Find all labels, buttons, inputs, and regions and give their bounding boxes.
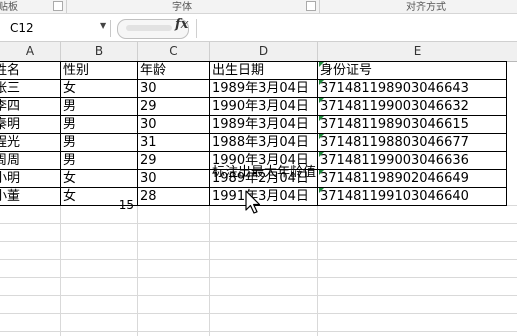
table-cell[interactable]: 371481199003046636 [320, 152, 506, 169]
table-cell[interactable]: 371481199003046632 [320, 98, 506, 115]
table-cell[interactable]: 371481198903046615 [320, 116, 506, 133]
table-cell[interactable]: 男 [63, 152, 135, 169]
column-header-b[interactable]: B [61, 42, 138, 62]
table-cell[interactable]: 程光 [0, 134, 60, 151]
header-cell-gender[interactable]: 性别 [63, 62, 135, 79]
clipboard-launcher-icon[interactable] [53, 1, 63, 11]
annotation-note: 标注出最大年龄值 [212, 165, 317, 180]
table-cell[interactable]: 1989年3月04日 [212, 116, 316, 133]
name-box-value: C12 [10, 21, 34, 35]
error-indicator-icon[interactable] [319, 134, 324, 139]
header-cell-birthdate[interactable]: 出生日期 [212, 62, 316, 79]
header-cell-id-number[interactable]: 身份证号 [320, 62, 506, 79]
table-cell[interactable]: 男 [63, 98, 135, 115]
table-cell[interactable]: 小董 [0, 188, 60, 205]
table-cell[interactable]: 1991年3月04日 [212, 188, 316, 205]
column-header-c[interactable]: C [138, 42, 210, 62]
error-indicator-icon[interactable] [319, 80, 324, 85]
table-cell[interactable]: 女 [63, 170, 135, 187]
mouse-pointer-icon [245, 190, 261, 214]
error-indicator-icon[interactable] [319, 98, 324, 103]
table-cell[interactable]: 1989年3月04日 [212, 80, 316, 97]
ribbon-group-alignment: 对齐方式 [406, 2, 446, 13]
table-cell[interactable]: 371481198902046649 [320, 170, 506, 187]
table-cell[interactable]: 女 [63, 80, 135, 97]
name-box[interactable]: C12 ▼ [0, 20, 111, 37]
cell-value[interactable]: 15 [114, 198, 134, 212]
table-cell[interactable]: 1988年3月04日 [212, 134, 316, 151]
table-cell[interactable]: 371481198803046677 [320, 134, 506, 151]
header-cell-age[interactable]: 年龄 [140, 62, 208, 79]
column-header-d[interactable]: D [210, 42, 318, 62]
error-indicator-icon[interactable] [319, 170, 324, 175]
table-cell[interactable]: 秦明 [0, 116, 60, 133]
table-cell[interactable]: 29 [140, 152, 208, 169]
table-cell[interactable]: 30 [140, 80, 208, 97]
header-cell-name[interactable]: 姓名 [0, 62, 60, 79]
formula-bar: C12 ▼ fx [0, 14, 517, 42]
ribbon-group-labels: 贴板 字体 对齐方式 [0, 0, 517, 14]
table-cell[interactable]: 张三 [0, 80, 60, 97]
insert-function-icon[interactable]: fx [175, 17, 188, 32]
ribbon-group-font: 字体 [172, 2, 192, 13]
table-cell[interactable]: 28 [140, 188, 208, 205]
ribbon-group-clipboard: 贴板 [0, 2, 18, 13]
table-cell[interactable]: 男 [63, 134, 135, 151]
table-cell[interactable]: 30 [140, 116, 208, 133]
table-cell[interactable]: 30 [140, 170, 208, 187]
table-cell[interactable]: 371481198903046643 [320, 80, 506, 97]
table-cell[interactable]: 1990年3月04日 [212, 98, 316, 115]
table-cell[interactable]: 周周 [0, 152, 60, 169]
chevron-down-icon[interactable]: ▼ [100, 21, 106, 30]
column-header-a[interactable]: A [0, 42, 61, 62]
error-indicator-icon[interactable] [319, 188, 324, 193]
table-cell[interactable]: 31 [140, 134, 208, 151]
table-cell[interactable]: 李四 [0, 98, 60, 115]
font-launcher-icon[interactable] [306, 1, 316, 11]
error-indicator-icon[interactable] [319, 62, 324, 67]
column-header-e[interactable]: E [318, 42, 517, 62]
formula-input[interactable] [196, 19, 517, 38]
error-indicator-icon[interactable] [319, 116, 324, 121]
error-indicator-icon[interactable] [319, 152, 324, 157]
table-cell[interactable]: 29 [140, 98, 208, 115]
table-cell[interactable]: 371481199103046640 [320, 188, 506, 205]
table-cell[interactable]: 男 [63, 116, 135, 133]
table-cell[interactable]: 小明 [0, 170, 60, 187]
